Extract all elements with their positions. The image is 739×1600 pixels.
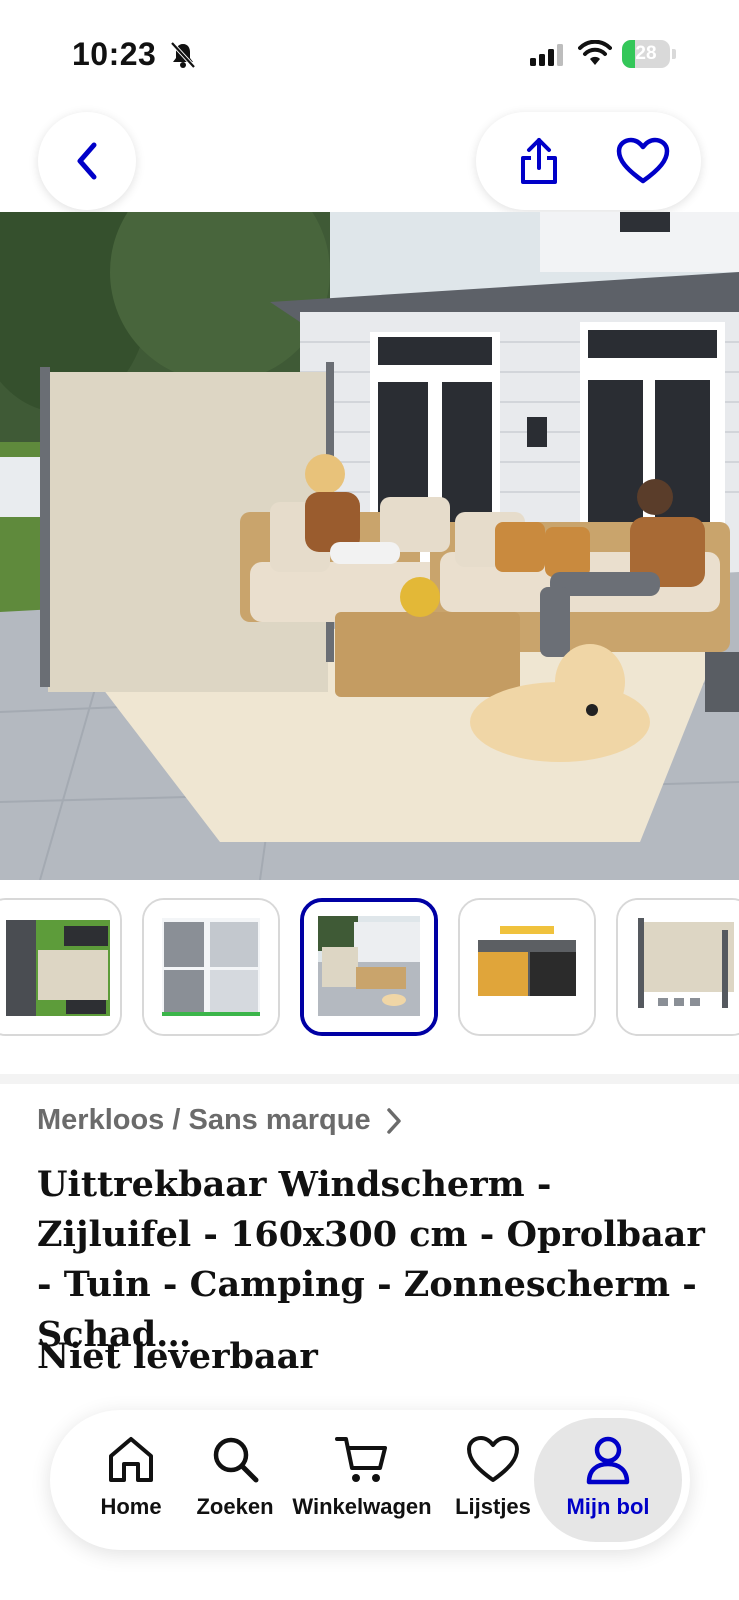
search-icon [213,1437,259,1483]
share-icon [521,138,557,184]
tab-my-bol[interactable]: Mijn bol [546,1410,670,1550]
tab-cart[interactable]: Winkelwagen [284,1410,440,1550]
tab-label-lists: Lijstjes [455,1494,531,1519]
thumbnail-5[interactable] [616,898,739,1036]
thumbnail-strip [0,898,739,1038]
thumbnail-3[interactable] [300,898,438,1036]
thumbnail-2[interactable] [142,898,280,1036]
brand-name: Merkloos / Sans marque [37,1104,371,1136]
status-bar: 10:23 28 [0,0,739,100]
tab-home[interactable]: Home [80,1410,182,1550]
tab-label-my-bol: Mijn bol [566,1494,650,1519]
product-header [0,100,739,212]
user-icon [586,1436,630,1485]
back-button[interactable] [38,112,136,210]
brand-link[interactable]: Merkloos / Sans marque [37,1104,403,1137]
cart-icon [335,1437,387,1482]
tab-label-cart: Winkelwagen [292,1494,432,1519]
product-image[interactable] [0,212,739,880]
bell-muted-icon [170,41,196,69]
tab-search[interactable]: Zoeken [184,1410,286,1550]
home-icon [109,1437,153,1482]
wifi-icon [578,40,612,65]
tab-label-search: Zoeken [196,1494,274,1519]
clock: 10:23 [72,36,157,72]
action-group [476,112,701,210]
cellular-signal-icon [530,44,563,66]
tab-lists[interactable]: Lijstjes [440,1410,546,1550]
thumbnail-4[interactable] [458,898,596,1036]
chevron-right-icon [386,1107,401,1134]
bottom-tab-bar: Home Zoeken Winkelwagen Lijstjes Mijn bo… [50,1410,690,1550]
tab-label-home: Home [100,1494,162,1519]
battery-level: 28 [635,43,657,64]
heart-icon [467,1436,519,1482]
battery-icon: 28 [622,40,676,68]
heart-icon [616,137,670,184]
product-title: Uittrekbaar Windscherm - Zijluifel - 160… [37,1164,705,1355]
thumbnail-1[interactable] [0,898,122,1036]
chevron-left-icon [77,142,97,180]
availability-status: Niet leverbaar [37,1336,318,1377]
section-divider [0,1074,739,1084]
favorite-button[interactable] [594,112,692,210]
share-button[interactable] [494,112,584,210]
